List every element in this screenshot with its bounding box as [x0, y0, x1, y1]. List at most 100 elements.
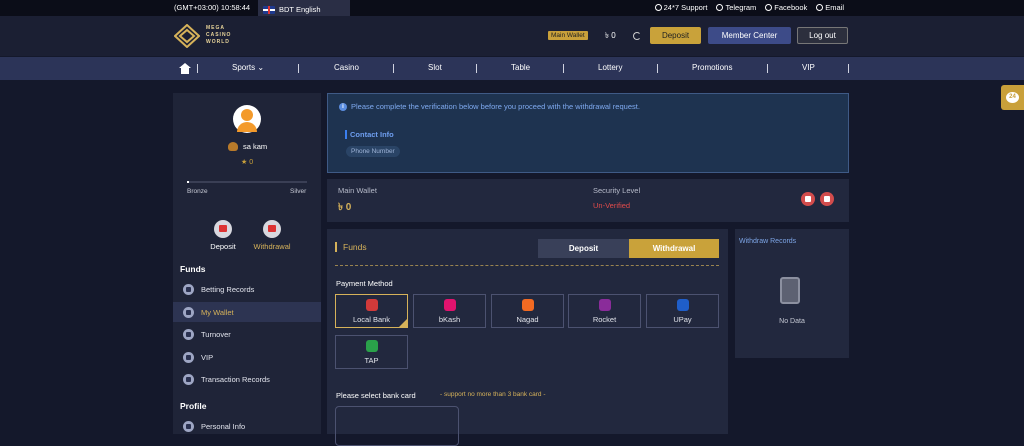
- quick-deposit-button[interactable]: Deposit: [197, 220, 249, 251]
- upay-icon: [676, 299, 689, 311]
- sidebar-item-vip[interactable]: VIP: [173, 347, 321, 367]
- email-verify-icon[interactable]: [801, 192, 815, 206]
- language-label: BDT English: [279, 5, 321, 14]
- verification-notice: i Please complete the verification below…: [327, 93, 849, 173]
- phone-verify-icon[interactable]: [820, 192, 834, 206]
- nav-table[interactable]: Table: [511, 63, 530, 72]
- facebook-link[interactable]: Facebook: [765, 3, 807, 12]
- funds-panel: Funds Deposit Withdrawal Payment Method …: [327, 229, 728, 446]
- email-link[interactable]: Email: [816, 3, 844, 12]
- nav-separator: [197, 64, 198, 73]
- profile-section-title: Profile: [180, 401, 207, 411]
- main-nav: Sports ⌄ Casino Slot Table Lottery Promo…: [0, 57, 1024, 80]
- transaction-records-icon: [183, 373, 194, 385]
- nagad-icon: [521, 299, 534, 311]
- support-link[interactable]: 24*7 Support: [654, 3, 707, 12]
- refresh-icon[interactable]: [633, 32, 641, 40]
- turnover-icon: [183, 328, 194, 340]
- nav-lottery[interactable]: Lottery: [598, 63, 622, 72]
- wallet-balance: ৳ 0: [605, 31, 616, 40]
- nav-vip[interactable]: VIP: [802, 63, 815, 72]
- funds-title: Funds: [335, 242, 367, 252]
- sidebar-item-betting-records[interactable]: Betting Records: [173, 279, 321, 299]
- divider: [335, 265, 719, 266]
- logo-icon[interactable]: [174, 24, 200, 48]
- contact-info-title: Contact Info: [345, 130, 394, 139]
- local-bank-icon: [365, 299, 378, 311]
- facebook-icon: [765, 4, 773, 11]
- bank-card-limit-note: - support no more than 3 bank card -: [440, 391, 546, 398]
- nav-slot[interactable]: Slot: [428, 63, 442, 72]
- telegram-link[interactable]: Telegram: [716, 3, 756, 12]
- sidebar-item-personal-info[interactable]: Personal Info: [173, 416, 321, 436]
- live-support-24-icon[interactable]: [1001, 85, 1024, 110]
- security-level-value: Un-Verified: [593, 201, 631, 210]
- nav-separator: [476, 64, 477, 73]
- nav-casino[interactable]: Casino: [334, 63, 359, 72]
- nav-separator: [563, 64, 564, 73]
- info-icon: i: [339, 102, 347, 111]
- payment-upay[interactable]: UPay: [646, 294, 719, 328]
- wallet-icon: [183, 306, 194, 318]
- account-sidebar: sa kam ★ 0 Bronze Silver Deposit Withdra…: [173, 93, 321, 434]
- deposit-button[interactable]: Deposit: [650, 27, 701, 44]
- nav-separator: [657, 64, 658, 73]
- vip-level: ★ 0: [241, 159, 254, 166]
- email-icon: [816, 4, 824, 11]
- telegram-icon: [716, 4, 724, 11]
- rank-badge-icon: [228, 142, 238, 151]
- nav-separator: [393, 64, 394, 73]
- top-links: 24*7 Support Telegram Facebook Email: [654, 3, 844, 12]
- tap-icon: [365, 340, 378, 352]
- phone-number-verify-chip[interactable]: Phone Number: [346, 146, 400, 157]
- verification-message: i Please complete the verification below…: [339, 102, 640, 111]
- home-icon[interactable]: [179, 63, 191, 74]
- payment-method-label: Payment Method: [336, 279, 393, 288]
- sidebar-item-my-wallet[interactable]: My Wallet: [173, 302, 321, 322]
- personal-info-icon: [183, 420, 194, 432]
- nav-promotions[interactable]: Promotions: [692, 63, 732, 72]
- logout-button[interactable]: Log out: [797, 27, 848, 44]
- no-data-icon: [780, 277, 800, 304]
- funds-section-title: Funds: [180, 264, 206, 274]
- language-selector[interactable]: BDT English: [258, 0, 350, 16]
- main-wallet-tag: Main Wallet: [548, 31, 588, 40]
- sidebar-item-transaction-records[interactable]: Transaction Records: [173, 369, 321, 389]
- member-center-button[interactable]: Member Center: [708, 27, 791, 44]
- site-header: MEGA CASINO WORLD Main Wallet ৳ 0 Deposi…: [0, 16, 1024, 56]
- betting-records-icon: [183, 283, 194, 295]
- payment-local-bank[interactable]: Local Bank: [335, 294, 408, 328]
- nav-sports[interactable]: Sports ⌄: [232, 63, 264, 72]
- add-bank-card-box[interactable]: [335, 406, 459, 446]
- quick-withdrawal-button[interactable]: Withdrawal: [246, 220, 298, 251]
- wallet-summary: Main Wallet ৳ 0 Security Level Un-Verifi…: [327, 179, 849, 222]
- payment-bkash[interactable]: bKash: [413, 294, 486, 328]
- level-progress-fill: [187, 181, 190, 183]
- select-bank-card-label: Please select bank card: [336, 391, 416, 400]
- main-wallet-label: Main Wallet: [338, 186, 377, 195]
- avatar[interactable]: [233, 105, 261, 133]
- progress-current-tier: Bronze: [187, 188, 208, 195]
- username: sa kam: [243, 142, 268, 151]
- nav-separator: [767, 64, 768, 73]
- tab-withdrawal[interactable]: Withdrawal: [629, 239, 719, 258]
- payment-rocket[interactable]: Rocket: [568, 294, 641, 328]
- sidebar-item-turnover[interactable]: Turnover: [173, 324, 321, 344]
- timezone-clock: (GMT+03:00) 10:58:44: [174, 3, 251, 12]
- no-data-text: No Data: [779, 318, 805, 325]
- payment-nagad[interactable]: Nagad: [491, 294, 564, 328]
- tab-deposit[interactable]: Deposit: [538, 239, 629, 258]
- payment-tap[interactable]: TAP: [335, 335, 408, 369]
- progress-next-tier: Silver: [290, 188, 307, 195]
- user-name-row: sa kam: [228, 142, 267, 151]
- main-wallet-amount: ৳ 0: [338, 202, 352, 213]
- level-progress-bar: [187, 181, 307, 183]
- rocket-icon: [598, 299, 611, 311]
- vip-icon: [183, 351, 194, 363]
- nav-separator: [298, 64, 299, 73]
- headset-icon: [654, 4, 662, 11]
- security-level-label: Security Level: [593, 186, 641, 195]
- withdraw-records-title: Withdraw Records: [739, 238, 797, 245]
- bkash-icon: [443, 299, 456, 311]
- withdrawal-icon: [263, 220, 281, 238]
